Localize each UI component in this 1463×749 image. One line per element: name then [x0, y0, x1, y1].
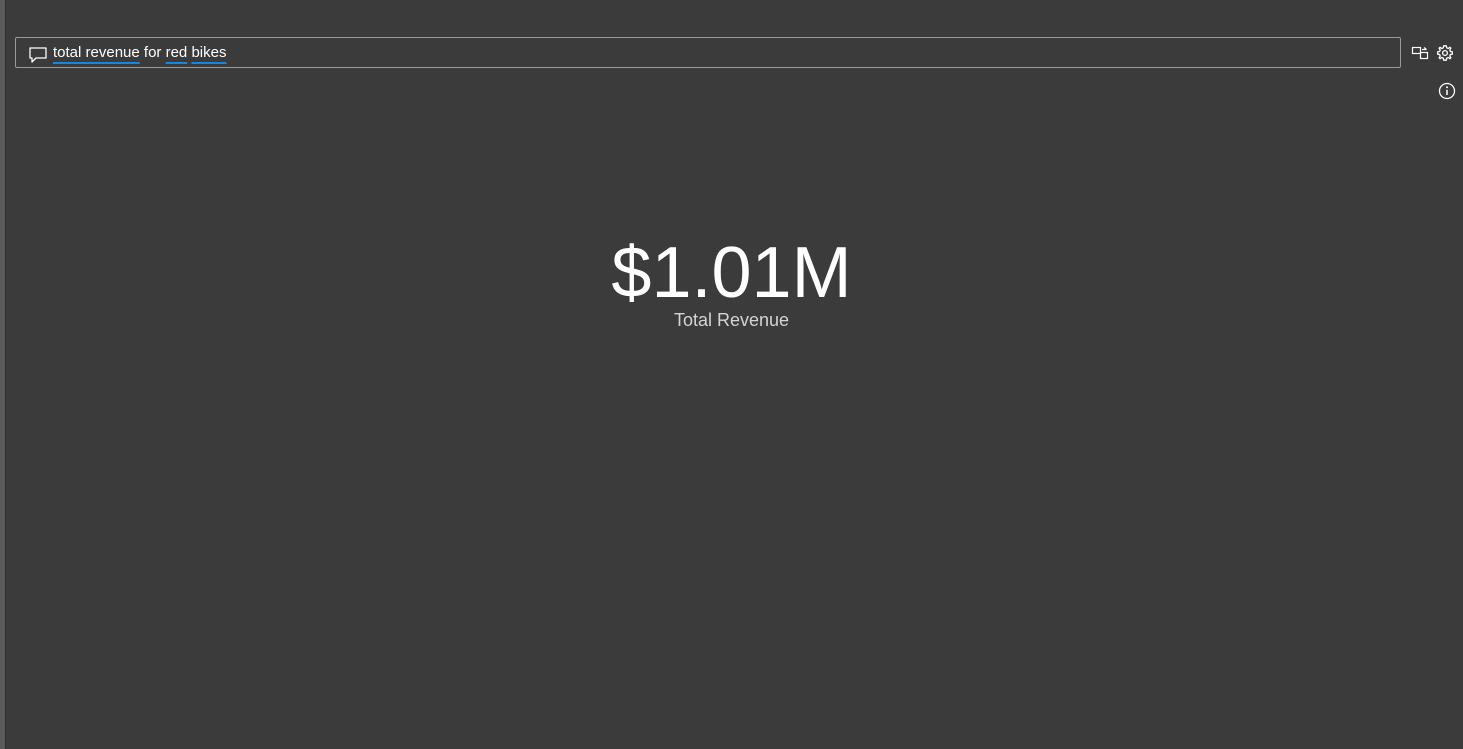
qa-question-box[interactable]: total revenue for red bikes	[15, 37, 1401, 68]
kpi-value: $1.01M	[611, 233, 852, 313]
qa-term-bikes[interactable]: bikes	[191, 44, 226, 61]
qa-term-red[interactable]: red	[166, 44, 188, 61]
kpi-card: $1.01M Total Revenue	[0, 232, 1463, 330]
qa-visual-canvas: total revenue for red bikes $1.01M Total…	[0, 0, 1463, 749]
qa-query-text[interactable]: total revenue for red bikes	[53, 44, 226, 62]
pane-left-border	[0, 0, 6, 749]
kpi-label: Total Revenue	[673, 310, 790, 330]
qa-term-for: for	[143, 44, 162, 61]
chat-bubble-icon	[29, 47, 47, 63]
turn-into-visual-icon[interactable]	[1411, 44, 1429, 62]
info-icon[interactable]	[1438, 82, 1456, 100]
qa-term-total-revenue[interactable]: total revenue	[53, 44, 140, 61]
gear-icon[interactable]	[1436, 44, 1454, 62]
